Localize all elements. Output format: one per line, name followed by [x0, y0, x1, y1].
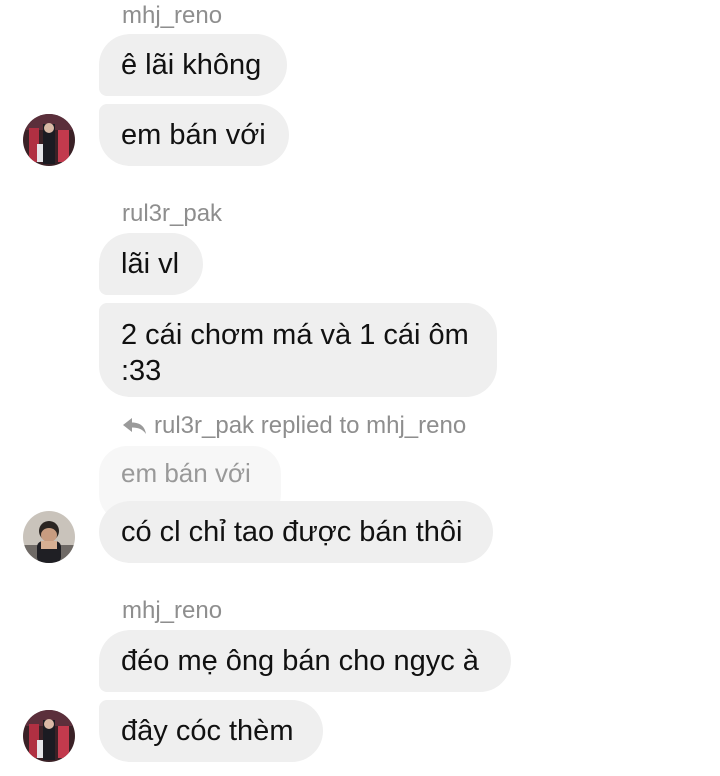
message-line: :33 [121, 355, 162, 387]
sender-name: mhj_reno [122, 2, 223, 29]
message-bubble[interactable]: 2 cái chơm má và 1 cái ôm :33 [99, 303, 497, 397]
message-line: 2 cái chơm má và 1 cái ôm [121, 319, 469, 351]
avatar-mhj-reno[interactable] [23, 710, 75, 762]
avatar-mhj-reno[interactable] [23, 114, 75, 166]
message-bubble[interactable]: ê lãi không [99, 34, 287, 96]
message-bubble[interactable]: em bán với [99, 104, 289, 166]
sender-name: rul3r_pak [122, 200, 223, 227]
reply-label: rul3r_pak replied to mhj_reno [154, 412, 467, 439]
message-bubble[interactable]: đéo mẹ ông bán cho ngyc à [99, 630, 511, 692]
message-bubble[interactable]: đây cóc thèm [99, 700, 323, 762]
avatar-image [23, 114, 75, 166]
message-bubble[interactable]: có cl chỉ tao được bán thôi [99, 501, 493, 563]
sender-name: mhj_reno [122, 597, 223, 624]
reply-indicator: rul3r_pak replied to mhj_reno [122, 410, 466, 442]
avatar-image [23, 511, 75, 563]
message-bubble[interactable]: lãi vl [99, 233, 203, 295]
avatar-rul3r-pak[interactable] [23, 511, 75, 563]
reply-arrow-icon [123, 418, 146, 434]
avatar-image [23, 710, 75, 762]
